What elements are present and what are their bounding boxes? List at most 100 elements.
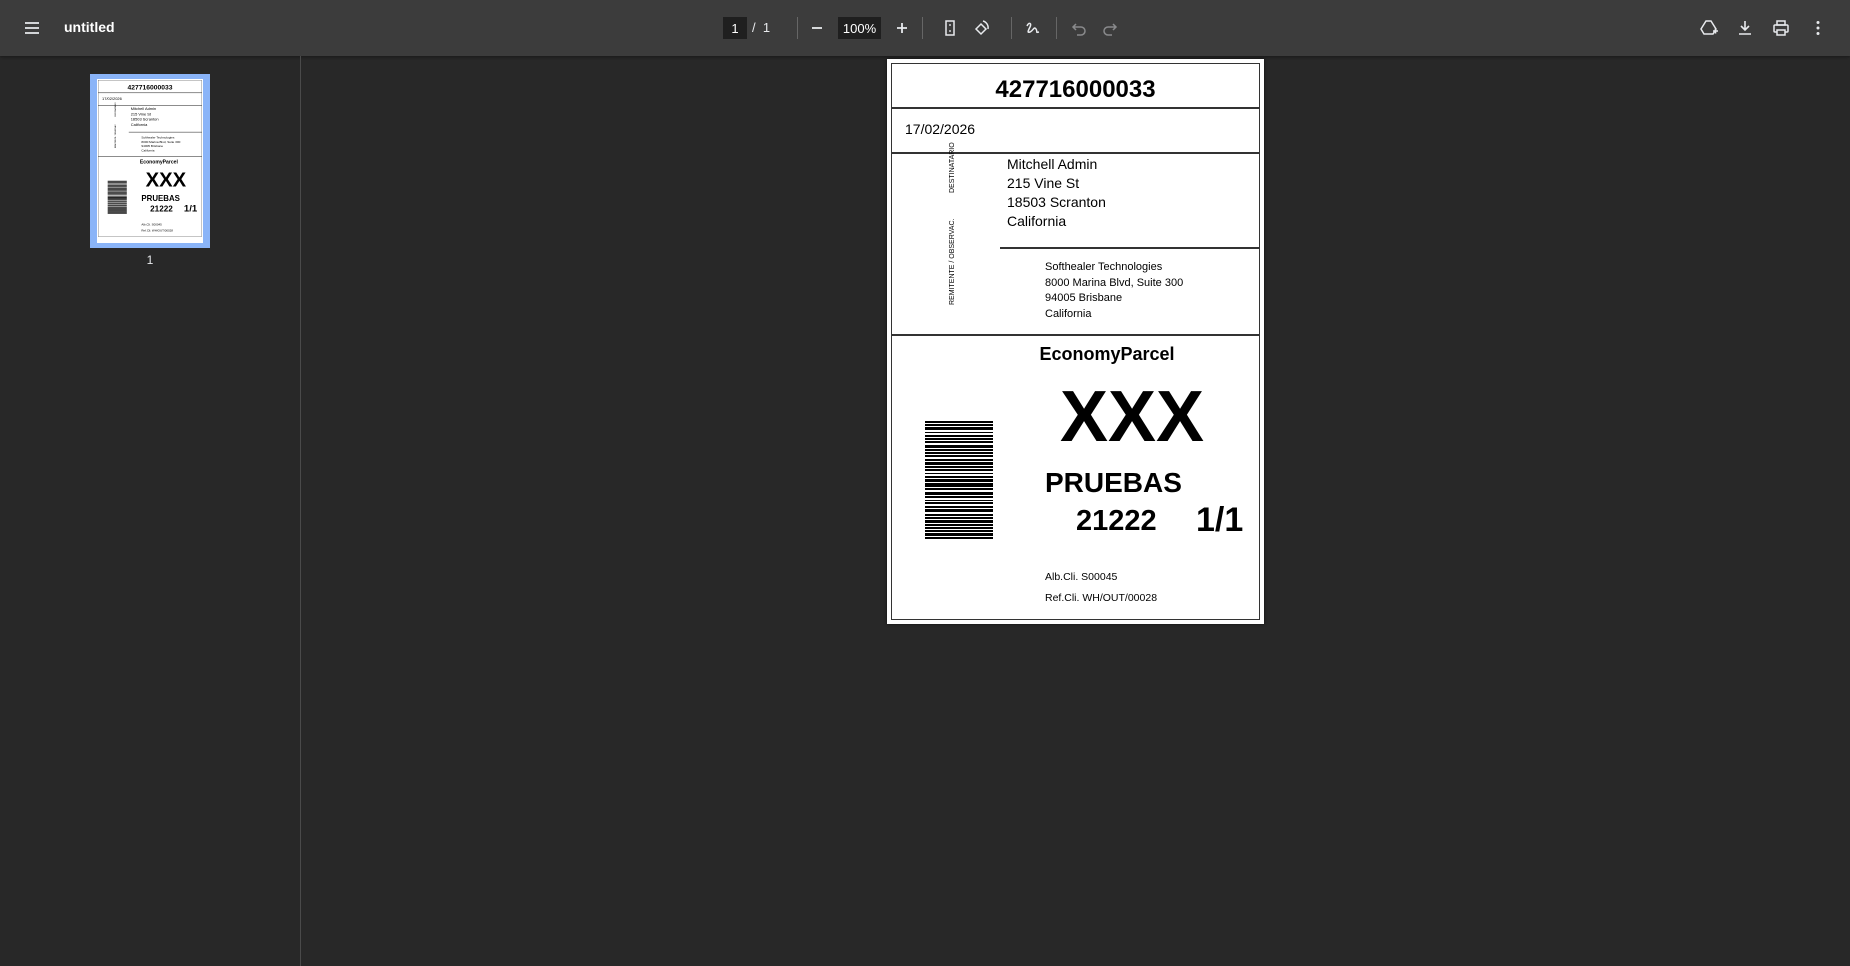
barcode-bar xyxy=(925,445,993,448)
thumbnail-page-number: 1 xyxy=(146,253,154,267)
barcode-bar xyxy=(925,432,993,433)
draw-icon[interactable] xyxy=(1019,14,1047,42)
sender-city: 94005 Brisbane xyxy=(1045,292,1123,304)
barcode-bar xyxy=(925,466,993,468)
divider xyxy=(797,17,798,39)
zoom-out-icon[interactable] xyxy=(803,14,831,42)
zoom-in-icon[interactable] xyxy=(888,14,916,42)
destination: PRUEBAS xyxy=(141,193,180,203)
thumbnail-label: 427716000033 17/02/2026 DESTINATARIO REM… xyxy=(97,79,203,238)
package-count: 1/1 xyxy=(183,203,198,214)
barcode-bar xyxy=(925,455,993,457)
barcode-bar xyxy=(925,424,993,426)
fit-page-icon[interactable] xyxy=(936,14,964,42)
page-number-input[interactable]: 1 xyxy=(723,17,747,39)
barcode-bar xyxy=(925,537,993,539)
recipient-street: 215 Vine St xyxy=(1007,175,1080,191)
barcode-bar xyxy=(925,469,993,471)
postal-code: 21222 xyxy=(1076,505,1157,537)
barcode-bar xyxy=(925,506,993,508)
alb-cli: Alb.Cli. S00045 xyxy=(1045,571,1118,583)
thumbnail-preview: 427716000033 17/02/2026 DESTINATARIO REM… xyxy=(97,79,203,243)
barcode-bar xyxy=(925,441,993,443)
total-pages: 1 xyxy=(762,20,771,35)
postal-code: 21222 xyxy=(150,204,173,214)
recipient-heading: DESTINATARIO xyxy=(114,102,117,117)
barcode-bar xyxy=(925,476,993,478)
barcode-bar xyxy=(925,514,993,516)
barcode-bar xyxy=(925,530,993,532)
sender-address: Softhealer Technologies 8000 Marina Blvd… xyxy=(141,136,180,153)
divider xyxy=(922,17,923,39)
barcode-bar xyxy=(925,479,993,482)
download-icon[interactable] xyxy=(1731,14,1759,42)
page-total: / 1 xyxy=(752,20,770,35)
recipient-address: Mitchell Admin 215 Vine St 18503 Scranto… xyxy=(1007,155,1106,231)
barcode-bar xyxy=(925,452,993,454)
barcode-bar xyxy=(925,509,993,512)
menu-icon[interactable] xyxy=(18,14,46,42)
divider xyxy=(891,152,1260,154)
recipient-state: California xyxy=(1007,213,1067,229)
service-name: EconomyParcel xyxy=(1039,344,1175,364)
sender-state: California xyxy=(1045,307,1092,320)
divider xyxy=(1011,17,1012,39)
sender-heading: REMITENTE / OBSERVAC. xyxy=(949,218,956,305)
alb-cli: Alb.Cli. S00045 xyxy=(141,222,162,227)
sender-heading: REMITENTE / OBSERVAC. xyxy=(114,123,117,149)
barcode-bar xyxy=(925,438,993,440)
document-title: untitled xyxy=(64,19,115,35)
save-to-drive-icon[interactable] xyxy=(1695,14,1723,42)
divider xyxy=(1000,247,1260,249)
ship-date: 17/02/2026 xyxy=(102,96,122,101)
undo-icon[interactable] xyxy=(1065,14,1093,42)
barcode-bar xyxy=(925,520,993,523)
barcode-bar xyxy=(925,488,993,490)
package-count: 1/1 xyxy=(1196,501,1244,539)
recipient-state: California xyxy=(130,122,148,127)
recipient-heading: DESTINATARIO xyxy=(949,142,956,193)
divider xyxy=(1056,17,1057,39)
barcode-bar xyxy=(925,533,993,536)
recipient-city: 18503 Scranton xyxy=(1007,194,1106,210)
service-name: EconomyParcel xyxy=(139,159,178,165)
tracking-number: 427716000033 xyxy=(995,76,1156,103)
more-options-icon[interactable] xyxy=(1804,14,1832,42)
sender-name: Softhealer Technologies xyxy=(1045,261,1163,273)
barcode-bar xyxy=(925,517,993,519)
rotate-icon[interactable] xyxy=(968,14,996,42)
recipient-name: Mitchell Admin xyxy=(1007,156,1098,172)
tracking-number: 427716000033 xyxy=(127,83,173,92)
sender-address: Softhealer Technologies 8000 Marina Blvd… xyxy=(1045,260,1183,322)
ref-cli: Ref.Cli. WH/OUT/00028 xyxy=(1045,592,1158,604)
barcode-bar xyxy=(925,524,993,526)
redo-icon[interactable] xyxy=(1096,14,1124,42)
barcode-bar xyxy=(925,449,993,451)
barcode-bar xyxy=(925,459,993,461)
sender-street: 8000 Marina Blvd, Suite 300 xyxy=(1045,276,1184,289)
ref-cli: Ref.Cli. WH/OUT/00028 xyxy=(141,228,173,233)
barcode-bar xyxy=(925,473,993,474)
barcode-bar xyxy=(925,483,993,487)
barcode-bar xyxy=(925,492,993,495)
recipient-address: Mitchell Admin 215 Vine St 18503 Scranto… xyxy=(131,106,159,127)
route-code: XXX xyxy=(145,168,187,191)
divider xyxy=(891,107,1260,109)
route-code: XXX xyxy=(1059,377,1205,457)
barcode-bar xyxy=(925,427,993,430)
pdf-toolbar: untitled 1 / 1 100% xyxy=(0,0,1850,56)
destination: PRUEBAS xyxy=(1045,467,1182,498)
print-icon[interactable] xyxy=(1767,14,1795,42)
page-thumbnail[interactable]: 427716000033 17/02/2026 DESTINATARIO REM… xyxy=(90,74,210,248)
barcode-bar xyxy=(925,527,993,529)
ship-date: 17/02/2026 xyxy=(905,121,976,137)
barcode-bar xyxy=(925,500,993,501)
divider xyxy=(891,334,1260,336)
sender-state: California xyxy=(141,148,155,153)
barcode-bar xyxy=(925,435,993,437)
barcode-bar xyxy=(925,421,993,423)
zoom-input[interactable]: 100% xyxy=(838,17,881,39)
barcode-bar xyxy=(925,462,993,465)
barcode-bar xyxy=(925,502,993,504)
barcode-bar xyxy=(925,496,993,498)
